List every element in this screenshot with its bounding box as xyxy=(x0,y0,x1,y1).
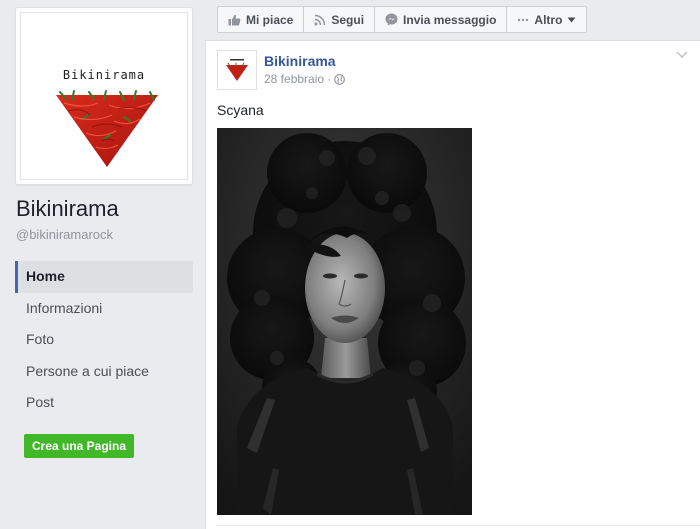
page-nav: Home Informazioni Foto Persone a cui pia… xyxy=(15,261,193,419)
left-column: Bikinirama Bikinirama @bikiniramarock Ho… xyxy=(0,0,205,529)
more-button[interactable]: Altro xyxy=(507,7,586,32)
globe-icon[interactable] xyxy=(334,73,345,85)
page-name[interactable]: Bikinirama xyxy=(16,196,119,222)
profile-picture-frame: Bikinirama xyxy=(20,12,188,180)
messenger-icon xyxy=(385,13,398,26)
meta-separator: · xyxy=(327,72,332,86)
more-button-label: Altro xyxy=(534,12,563,27)
create-page-button[interactable]: Crea una Pagina xyxy=(24,434,134,458)
chili-triangle-logo-small xyxy=(218,51,256,89)
chili-triangle-logo xyxy=(56,90,158,167)
nav-item-foto[interactable]: Foto xyxy=(15,324,193,356)
rss-icon xyxy=(314,14,326,25)
thumbs-up-icon xyxy=(228,14,241,25)
like-button-label: Mi piace xyxy=(246,12,294,27)
post-author-avatar[interactable] xyxy=(217,50,257,90)
post-divider xyxy=(217,525,700,526)
page-handle: @bikiniramarock xyxy=(16,227,113,242)
page-action-bar: Mi piace Segui Invia messaggio Altro xyxy=(217,6,588,33)
send-message-button[interactable]: Invia messaggio xyxy=(375,7,508,32)
logo-text: Bikinirama xyxy=(62,68,146,82)
ellipsis-icon xyxy=(518,18,529,21)
nav-item-home[interactable]: Home xyxy=(15,261,193,293)
follow-button[interactable]: Segui xyxy=(304,7,376,32)
post-text: Scyana xyxy=(217,102,264,118)
nav-item-informazioni[interactable]: Informazioni xyxy=(15,293,193,325)
post-card: Bikinirama 28 febbraio · Scyana xyxy=(205,40,700,529)
nav-item-persone-a-cui-piace[interactable]: Persone a cui piace xyxy=(15,356,193,388)
caret-down-icon xyxy=(567,17,576,22)
post-date[interactable]: 28 febbraio xyxy=(264,72,324,86)
follow-button-label: Segui xyxy=(331,12,365,27)
post-meta: 28 febbraio · xyxy=(264,72,345,86)
portrait-photo xyxy=(217,128,472,515)
profile-picture[interactable]: Bikinirama xyxy=(15,7,193,185)
post-author-name[interactable]: Bikinirama xyxy=(264,53,336,69)
send-message-button-label: Invia messaggio xyxy=(403,12,497,27)
chevron-down-icon[interactable] xyxy=(676,51,688,59)
like-button[interactable]: Mi piace xyxy=(218,7,305,32)
post-photo[interactable] xyxy=(217,128,472,515)
nav-item-post[interactable]: Post xyxy=(15,387,193,419)
